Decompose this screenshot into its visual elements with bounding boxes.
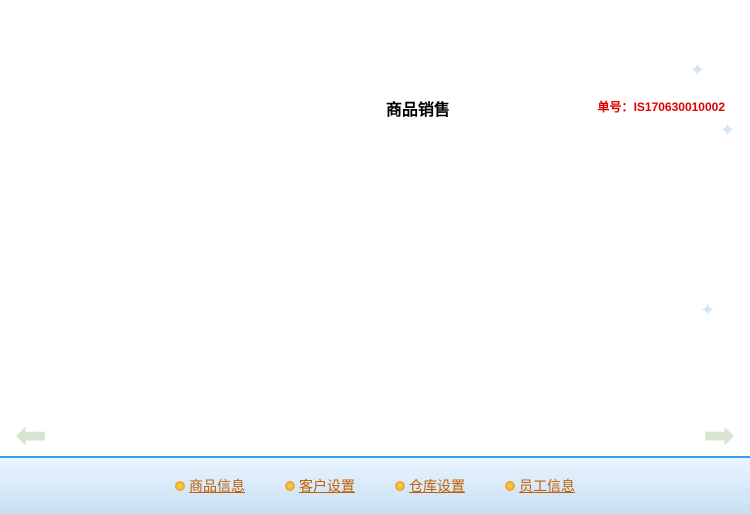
- bottom-link-3[interactable]: 员工信息: [505, 476, 575, 496]
- nav-prev-icon[interactable]: ⬅: [4, 414, 58, 456]
- bottom-link-0[interactable]: 商品信息: [175, 476, 245, 496]
- bottom-link-2[interactable]: 仓库设置: [395, 476, 465, 496]
- bullet-icon: [505, 481, 515, 491]
- bullet-icon: [395, 481, 405, 491]
- bottom-bar: 商品信息 客户设置 仓库设置 员工信息: [0, 456, 750, 514]
- bottom-link-1[interactable]: 客户设置: [285, 476, 355, 496]
- nav-next-icon[interactable]: ➡: [692, 414, 746, 456]
- bullet-icon: [285, 481, 295, 491]
- bullet-icon: [175, 481, 185, 491]
- order-number: 单号：IS170630010002: [598, 98, 725, 115]
